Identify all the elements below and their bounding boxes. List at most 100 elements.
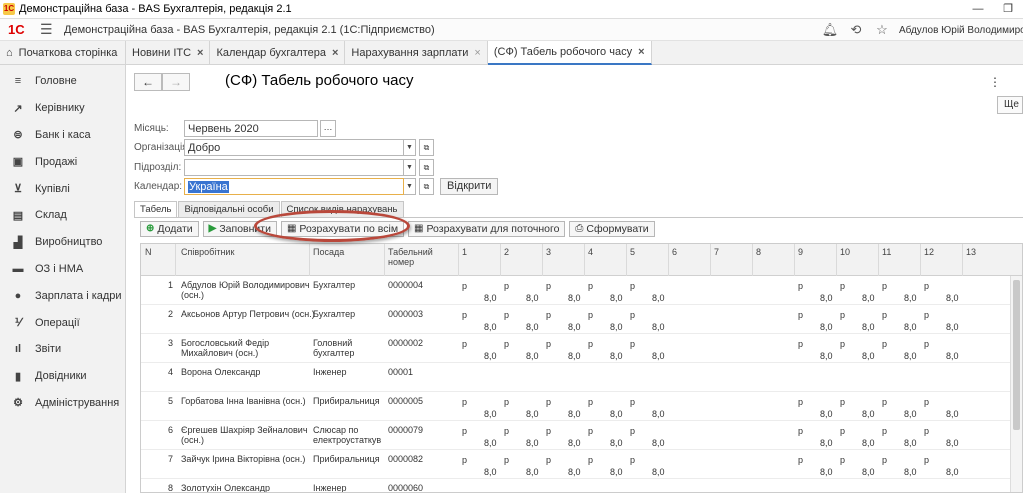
day-hours: 8,0 [862,322,875,332]
column-divider[interactable] [500,244,501,276]
column-divider[interactable] [584,244,585,276]
table-row[interactable]: 6 Єргешев Шахріяр Зейналович (осн.) Слюсар … [141,421,1022,450]
sidebar-item-purchases[interactable]: ⊻ Купівлі [0,175,125,202]
table-row[interactable]: 2 Аксьонов Артур Петрович (осн.) Бухгалтер… [141,305,1022,334]
sidebar-item-manager[interactable]: ↗ Керівнику [0,95,125,122]
scrollbar-thumb[interactable] [1013,280,1020,430]
column-header-day[interactable]: 5 [630,247,635,257]
sidebar-item-operations[interactable]: ⅟ Операції [0,309,125,336]
table-row[interactable]: 3 Богословський Федір Михайлович (осн.) Гол… [141,334,1022,363]
table-row[interactable]: 7 Зайчук Ірина Вікторівна (осн.) Прибираль… [141,450,1022,479]
column-divider[interactable] [920,244,921,276]
user-name[interactable]: Абдулов Юрій Володимирович [899,25,1023,36]
column-header-tab-number[interactable]: Табельний номер [388,247,433,267]
column-divider[interactable] [794,244,795,276]
sidebar-item-sales[interactable]: ▣ Продажі [0,148,125,175]
open-icon[interactable]: ⧉ [419,139,434,156]
calculate-current-button[interactable]: ▦ Розрахувати для поточного [408,221,566,237]
timesheet-table[interactable]: N Співробітник Посада Табельний номер 12… [140,243,1023,493]
day-code: р [630,339,636,349]
tab-news[interactable]: Новини ІТС × [126,41,211,65]
column-header-day[interactable]: 2 [504,247,509,257]
star-icon[interactable]: ☆ [869,22,895,38]
fill-button[interactable]: ▶ Заповнити [202,221,277,237]
close-icon[interactable]: × [332,47,338,59]
close-icon[interactable]: × [197,47,203,59]
table-row[interactable]: 5 Горбатова Інна Іванівна (осн.) Прибираль… [141,392,1022,421]
minimize-button[interactable]: — [963,0,993,19]
day-hours: 8,0 [904,293,917,303]
main-menu-icon[interactable]: ☰ [40,21,56,38]
column-header-day[interactable]: 9 [798,247,803,257]
column-divider[interactable] [710,244,711,276]
vertical-scrollbar[interactable] [1010,276,1022,492]
more-icon[interactable]: ⋮ [989,75,1001,89]
chevron-down-icon[interactable]: ▼ [404,178,416,195]
column-divider[interactable] [962,244,963,276]
division-field[interactable] [184,159,404,176]
column-divider[interactable] [384,244,385,276]
sidebar-item-fixed-assets[interactable]: ▬ ОЗ і НМА [0,256,125,283]
month-field[interactable]: Червень 2020 [184,120,318,137]
calendar-field[interactable]: Україна [184,178,404,195]
column-header-day[interactable]: 6 [672,247,677,257]
column-divider[interactable] [878,244,879,276]
sidebar-item-warehouse[interactable]: ▤ Склад [0,202,125,229]
column-header-n[interactable]: N [145,247,152,257]
column-header-employee[interactable]: Співробітник [181,247,234,257]
column-divider[interactable] [309,244,310,276]
column-header-day[interactable]: 11 [882,247,891,257]
column-divider[interactable] [458,244,459,276]
column-header-day[interactable]: 7 [714,247,719,257]
back-button[interactable]: ← [134,73,162,91]
chevron-down-icon[interactable]: ▼ [404,139,416,156]
open-icon[interactable]: ⧉ [419,159,434,176]
column-header-position[interactable]: Посада [313,247,344,257]
chevron-down-icon[interactable]: ▼ [404,159,416,176]
month-select-button[interactable]: … [320,120,336,137]
column-header-day[interactable]: 3 [546,247,551,257]
column-header-day[interactable]: 13 [966,247,976,257]
column-divider[interactable] [836,244,837,276]
close-icon[interactable]: × [638,46,644,58]
sidebar-item-bank[interactable]: ⊜ Банк і каса [0,122,125,149]
column-header-day[interactable]: 1 [462,247,467,257]
maximize-button[interactable]: ❐ [993,0,1023,19]
tab-home[interactable]: ⌂ Початкова сторінка [0,41,126,65]
open-calendar-button[interactable]: Відкрити [440,178,499,195]
bell-icon[interactable]: 🔔︎ [817,22,843,38]
tab-timesheet-table[interactable]: Табель [134,201,178,217]
table-row[interactable]: 1 Абдулов Юрій Володимирович (осн.) Бухгалт… [141,276,1022,305]
open-icon[interactable]: ⧉ [419,178,434,195]
column-header-day[interactable]: 8 [756,247,761,257]
generate-button[interactable]: ⎙ Сформувати [569,221,655,237]
sidebar-item-salary[interactable]: ● Зарплата і кадри [0,282,125,309]
column-header-day[interactable]: 4 [588,247,593,257]
sidebar-item-main[interactable]: ≡ Головне [0,68,125,95]
sidebar-item-admin[interactable]: ⚙ Адміністрування [0,390,125,417]
more-button[interactable]: Ще [997,96,1023,114]
tab-calendar[interactable]: Календар бухгалтера × [210,41,346,65]
close-icon[interactable]: × [474,47,480,59]
column-divider[interactable] [175,244,176,276]
tab-timesheet[interactable]: (СФ) Табель робочого часу × [487,41,652,65]
column-divider[interactable] [626,244,627,276]
column-header-day[interactable]: 10 [840,247,850,257]
column-divider[interactable] [668,244,669,276]
organization-field[interactable]: Добро [184,139,404,156]
column-divider[interactable] [542,244,543,276]
sidebar-item-catalogs[interactable]: ▮ Довідники [0,363,125,390]
table-row[interactable]: 4 Ворона Олександр Інженер 00001 [141,363,1022,392]
sidebar-item-production[interactable]: ▟ Виробництво [0,229,125,256]
history-icon[interactable]: ⟲ [843,22,869,38]
calculate-all-button[interactable]: ▦ Розрахувати по всім [280,221,405,237]
table-row[interactable]: 8 Золотухін Олександр Інженер 0000060 [141,479,1022,492]
add-button[interactable]: ⊕ Додати [140,221,199,237]
column-divider[interactable] [752,244,753,276]
tab-payroll[interactable]: Нарахування зарплати × [345,41,488,65]
tab-accrual-types[interactable]: Список видів нарахувань [280,201,404,217]
tab-responsible-persons[interactable]: Відповідальні особи [178,201,280,217]
forward-button[interactable]: → [162,73,190,91]
sidebar-item-reports[interactable]: ıl Звіти [0,336,125,363]
column-header-day[interactable]: 12 [924,247,934,257]
